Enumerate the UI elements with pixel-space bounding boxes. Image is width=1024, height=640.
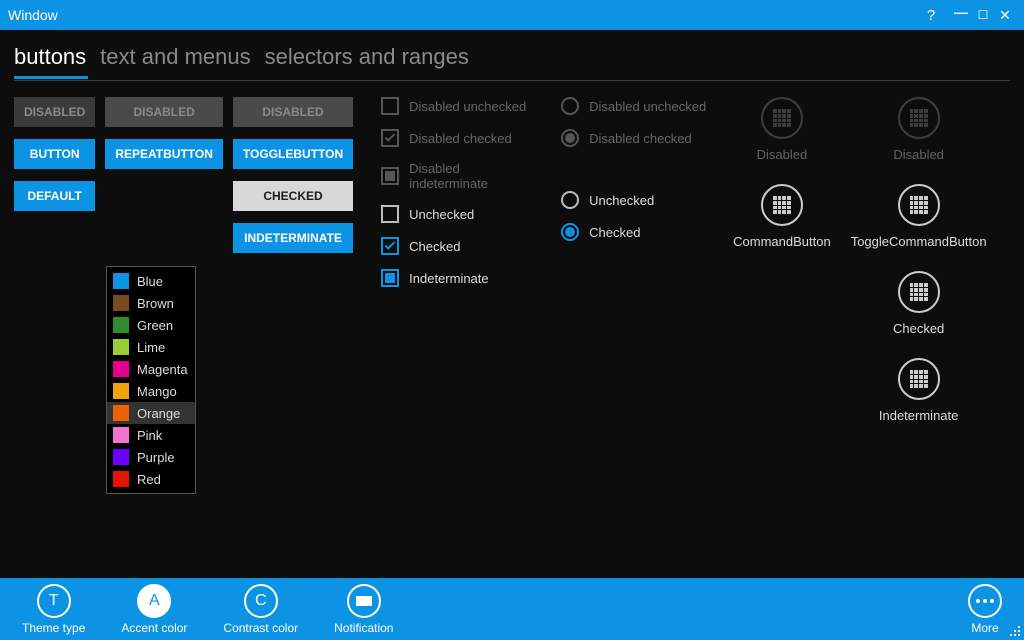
color-swatch [113, 383, 129, 399]
color-swatch [113, 471, 129, 487]
maximize-button[interactable]: ☐ [972, 8, 994, 22]
default-button[interactable]: DEFAULT [14, 181, 95, 211]
checkbox-disabled-unchecked: Disabled unchecked [381, 97, 541, 115]
color-option-mango[interactable]: Mango [107, 380, 195, 402]
help-button[interactable]: ? [920, 7, 942, 24]
color-label: Orange [137, 406, 180, 421]
disabled-togglebutton: DISABLED [233, 97, 353, 127]
more-button[interactable]: More [968, 584, 1002, 635]
tab-selectors-ranges[interactable]: selectors and ranges [265, 42, 469, 74]
repeatbutton[interactable]: REPEATBUTTON [105, 139, 223, 169]
tab-divider [14, 80, 1010, 81]
window-title: Window [8, 7, 920, 23]
checkbox-unchecked[interactable]: Unchecked [381, 205, 541, 223]
togglecommandbutton[interactable]: ToggleCommandButton [851, 184, 987, 249]
color-swatch [113, 427, 129, 443]
color-option-orange[interactable]: Orange [107, 402, 195, 424]
color-label: Pink [137, 428, 162, 443]
color-label: Mango [137, 384, 177, 399]
titlebar: Window ? — ☐ ✕ [0, 0, 1024, 30]
tab-buttons[interactable]: buttons [14, 42, 86, 74]
radio-column: Disabled unchecked Disabled checked Unch… [561, 97, 711, 423]
color-option-purple[interactable]: Purple [107, 446, 195, 468]
color-swatch [113, 273, 129, 289]
close-button[interactable]: ✕ [994, 7, 1016, 24]
color-swatch [113, 339, 129, 355]
disabled-button: DISABLED [14, 97, 95, 127]
togglebutton-column: DISABLED TOGGLEBUTTON CHECKED INDETERMIN… [233, 97, 353, 423]
resize-grip[interactable] [1008, 624, 1022, 638]
checkbox-checked[interactable]: Checked [381, 237, 541, 255]
grid-icon [910, 196, 928, 214]
color-option-lime[interactable]: Lime [107, 336, 195, 358]
color-label: Red [137, 472, 161, 487]
color-label: Lime [137, 340, 165, 355]
color-label: Green [137, 318, 173, 333]
togglecommandbutton-disabled: Disabled [893, 97, 944, 162]
button-column: DISABLED BUTTON DEFAULT [14, 97, 95, 423]
color-label: Blue [137, 274, 163, 289]
grid-icon [910, 109, 928, 127]
color-option-red[interactable]: Red [107, 468, 195, 490]
color-option-magenta[interactable]: Magenta [107, 358, 195, 380]
theme-icon: T [37, 584, 71, 618]
commandbutton-area: Disabled CommandButton Disabled ToggleCo… [733, 97, 986, 423]
content-area: buttons text and menus selectors and ran… [0, 30, 1024, 578]
tabs: buttons text and menus selectors and ran… [14, 42, 1010, 74]
color-swatch [113, 361, 129, 377]
checkbox-column: Disabled unchecked Disabled checked Disa… [381, 97, 541, 423]
accent-color-button[interactable]: A Accent color [121, 584, 187, 635]
contrast-color-button[interactable]: C Contrast color [223, 584, 298, 635]
disabled-repeatbutton: DISABLED [105, 97, 223, 127]
color-label: Purple [137, 450, 175, 465]
color-label: Magenta [137, 362, 188, 377]
notification-button[interactable]: Notification [334, 584, 393, 635]
radio-unchecked[interactable]: Unchecked [561, 191, 711, 209]
commandbutton[interactable]: CommandButton [733, 184, 831, 249]
grid-icon [910, 283, 928, 301]
togglecommandbutton-indeterminate[interactable]: Indeterminate [879, 358, 959, 423]
contrast-icon: C [244, 584, 278, 618]
color-label: Brown [137, 296, 174, 311]
grid-icon [910, 370, 928, 388]
color-option-blue[interactable]: Blue [107, 270, 195, 292]
togglecommandbutton-checked[interactable]: Checked [893, 271, 944, 336]
button-button[interactable]: BUTTON [14, 139, 95, 169]
appbar: T Theme type A Accent color C Contrast c… [0, 578, 1024, 640]
tab-text-menus[interactable]: text and menus [100, 42, 250, 74]
radio-disabled-unchecked: Disabled unchecked [561, 97, 711, 115]
notification-icon [347, 584, 381, 618]
theme-type-button[interactable]: T Theme type [22, 584, 85, 635]
radio-checked[interactable]: Checked [561, 223, 711, 241]
checkbox-disabled-indeterminate: Disabled indeterminate [381, 161, 541, 191]
commandbutton-col1: Disabled CommandButton [733, 97, 831, 423]
checkbox-disabled-checked: Disabled checked [381, 129, 541, 147]
commandbutton-disabled: Disabled [757, 97, 808, 162]
grid-icon [773, 196, 791, 214]
color-option-green[interactable]: Green [107, 314, 195, 336]
color-swatch [113, 449, 129, 465]
tab-active-underline [14, 76, 88, 79]
grid-icon [773, 109, 791, 127]
togglebutton-indeterminate[interactable]: INDETERMINATE [233, 223, 353, 253]
app-window: Window ? — ☐ ✕ buttons text and menus se… [0, 0, 1024, 640]
more-icon [968, 584, 1002, 618]
color-swatch [113, 295, 129, 311]
radio-disabled-checked: Disabled checked [561, 129, 711, 147]
togglebutton-checked[interactable]: CHECKED [233, 181, 353, 211]
checkbox-indeterminate[interactable]: Indeterminate [381, 269, 541, 287]
color-option-brown[interactable]: Brown [107, 292, 195, 314]
togglebutton[interactable]: TOGGLEBUTTON [233, 139, 353, 169]
color-option-pink[interactable]: Pink [107, 424, 195, 446]
accent-icon: A [137, 584, 171, 618]
accent-color-dropdown[interactable]: Blue Brown Green Lime Magenta Mango Orange Pink… [106, 266, 196, 494]
commandbutton-col2: Disabled ToggleCommandButton Checked Ind… [851, 97, 987, 423]
color-swatch [113, 405, 129, 421]
color-swatch [113, 317, 129, 333]
